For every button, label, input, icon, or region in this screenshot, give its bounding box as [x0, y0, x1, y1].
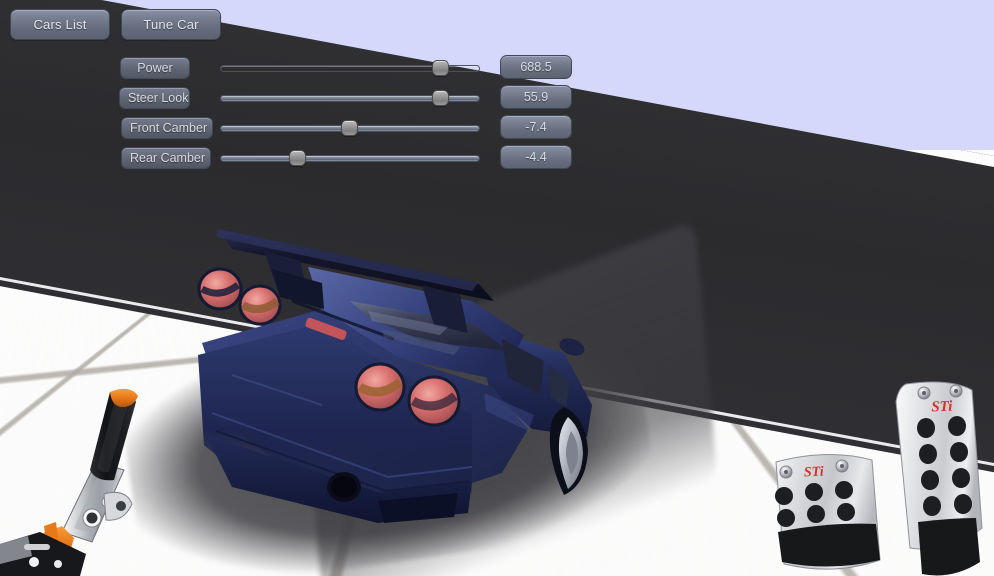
power-label: Power — [120, 57, 190, 79]
top-navbar: Cars List Tune Car — [10, 9, 221, 40]
power-value: 688.5 — [500, 55, 572, 79]
front-camber-label: Front Camber — [121, 117, 213, 139]
steer-look-slider[interactable] — [220, 90, 480, 106]
rear-camber-label: Rear Camber — [121, 147, 211, 169]
steer-look-label: Steer Look — [119, 87, 190, 109]
tune-car-button[interactable]: Tune Car — [121, 9, 221, 40]
steer-look-slider-knob[interactable] — [431, 90, 449, 106]
rear-camber-slider-track[interactable] — [220, 155, 480, 162]
front-camber-slider-knob[interactable] — [340, 120, 358, 136]
hud-overlay: Cars List Tune Car Power 688.5 Steer Loo… — [0, 0, 994, 576]
rear-camber-value: -4.4 — [500, 145, 572, 169]
front-camber-value: -7.4 — [500, 115, 572, 139]
power-slider-knob[interactable] — [431, 60, 449, 76]
rear-camber-slider-knob[interactable] — [288, 150, 306, 166]
game-viewport: STi STi Cars List Tune Car Power 688.5 S… — [0, 0, 994, 576]
rear-camber-slider[interactable] — [220, 150, 480, 166]
front-camber-slider[interactable] — [220, 120, 480, 136]
steer-look-value: 55.9 — [500, 85, 572, 109]
power-slider[interactable] — [220, 60, 480, 76]
cars-list-button[interactable]: Cars List — [10, 9, 110, 40]
